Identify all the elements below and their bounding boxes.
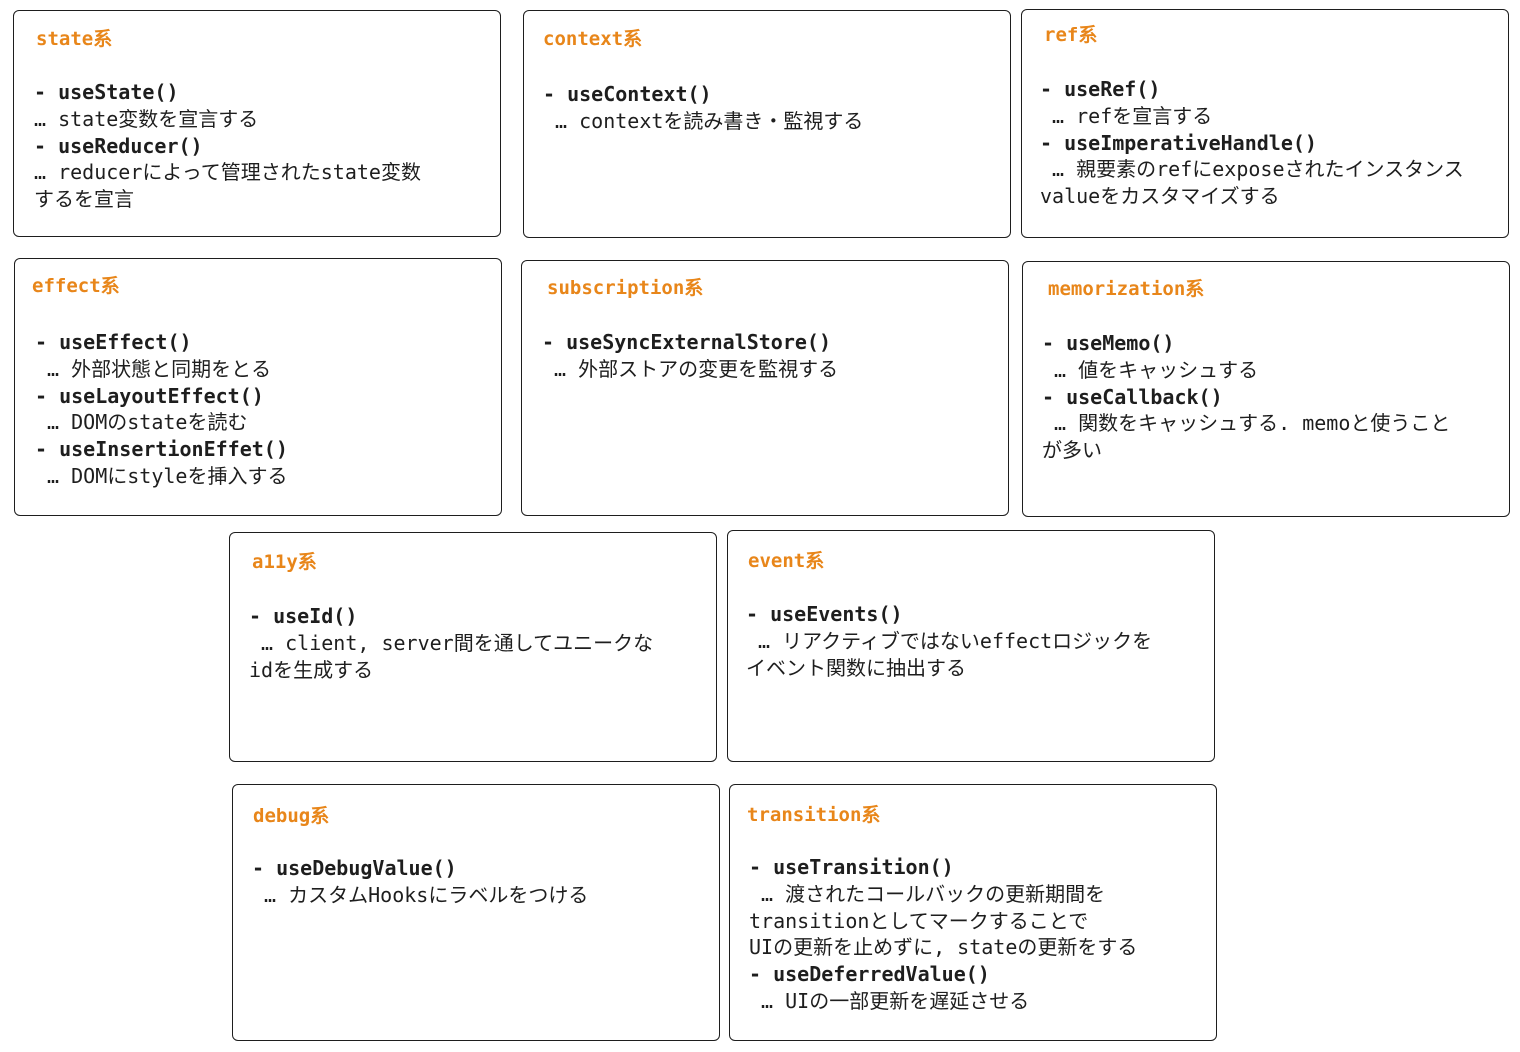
- hook-description: … UIの一部更新を遅延させる: [749, 988, 1030, 1013]
- hook-name: - useSyncExternalStore(): [542, 330, 831, 354]
- hook-description: … リアクティブではないeffectロジックを: [746, 628, 1153, 653]
- card-state: state系 - useState()… state変数を宣言する - useRe…: [13, 10, 501, 237]
- card-title: memorization系: [1048, 278, 1205, 300]
- hook-name: - useLayoutEffect(): [35, 383, 264, 408]
- hook-name: - useEvents(): [746, 602, 903, 626]
- card-title: effect系: [32, 275, 120, 297]
- hook-description: … 関数をキャッシュする. memoと使うこと: [1042, 411, 1451, 436]
- hook-name: - useState(): [34, 80, 179, 104]
- hook-description: … refを宣言する: [1040, 103, 1213, 128]
- hook-description: transitionとしてマークすることで: [749, 908, 1089, 933]
- hook-description: が多い: [1042, 438, 1102, 463]
- hook-description: … contextを読み書き・監視する: [543, 108, 864, 133]
- hook-description: … DOMにstyleを挿入する: [35, 463, 288, 488]
- hook-name: - useId(): [249, 604, 358, 628]
- card-subscription: subscription系 - useSyncExternalStore() ……: [521, 260, 1009, 516]
- card-transition: transition系 - useTransition() … 渡されたコールバ…: [729, 784, 1217, 1041]
- card-title: a11y系: [252, 551, 317, 573]
- hook-description: するを宣言: [34, 187, 134, 212]
- card-body: - useState()… state変数を宣言する - useReducer()…: [34, 79, 494, 213]
- card-context: context系 - useContext() … contextを読み書き・監…: [523, 10, 1011, 238]
- card-title: state系: [36, 28, 113, 50]
- hook-description: … state変数を宣言する: [34, 106, 259, 131]
- card-body: - useMemo() … 値をキャッシュする - useCallback() ……: [1042, 330, 1508, 464]
- card-body: - useTransition() … 渡されたコールバックの更新期間を tran…: [749, 854, 1213, 1015]
- card-body: - useDebugValue() … カスタムHooksにラベルをつける: [252, 855, 712, 909]
- hook-name: - useTransition(): [749, 855, 954, 879]
- card-event: event系 - useEvents() … リアクティブではないeffectロ…: [727, 530, 1215, 762]
- hook-description: … カスタムHooksにラベルをつける: [252, 882, 589, 907]
- hook-description: UIの更新を止めずに, stateの更新をする: [749, 935, 1138, 960]
- card-ref: ref系 - useRef() … refを宣言する - useImperativ…: [1021, 9, 1509, 238]
- hook-name: - useContext(): [543, 82, 712, 106]
- hook-description: … 値をキャッシュする: [1042, 357, 1259, 382]
- hook-description: … client, server間を通してユニークな: [249, 630, 654, 655]
- card-body: - useId() … client, server間を通してユニークな idを生…: [249, 603, 709, 683]
- hook-name: - useRef(): [1040, 77, 1161, 101]
- hook-description: … 外部状態と同期をとる: [35, 356, 272, 381]
- card-memorization: memorization系 - useMemo() … 値をキャッシュする - u…: [1022, 261, 1510, 517]
- hook-name: - useImperativeHandle(): [1040, 130, 1317, 155]
- card-body: - useEffect() … 外部状態と同期をとる - useLayoutEff…: [35, 329, 495, 490]
- card-debug: debug系 - useDebugValue() … カスタムHooksにラベル…: [232, 784, 720, 1041]
- card-body: - useEvents() … リアクティブではないeffectロジックを イベン…: [746, 601, 1210, 681]
- card-title: event系: [748, 550, 825, 572]
- hook-description: valueをカスタマイズする: [1040, 184, 1280, 209]
- card-title: subscription系: [547, 277, 704, 299]
- hook-name: - useReducer(): [34, 133, 203, 158]
- card-a11y: a11y系 - useId() … client, server間を通してユニー…: [229, 532, 717, 762]
- card-body: - useRef() … refを宣言する - useImperativeHand…: [1040, 76, 1508, 210]
- hook-description: … 渡されたコールバックの更新期間を: [749, 881, 1106, 906]
- hook-description: … 外部ストアの変更を監視する: [542, 356, 839, 381]
- hook-name: - useMemo(): [1042, 331, 1175, 355]
- hook-description: … DOMのstateを読む: [35, 410, 248, 435]
- card-title: transition系: [747, 804, 881, 826]
- card-effect: effect系 - useEffect() … 外部状態と同期をとる - useL…: [14, 258, 502, 516]
- hook-description: … reducerによって管理されたstate変数: [34, 160, 421, 185]
- hook-description: イベント関数に抽出する: [746, 655, 966, 680]
- card-title: context系: [543, 28, 643, 50]
- hook-name: - useInsertionEffet(): [35, 437, 288, 462]
- card-title: ref系: [1044, 24, 1098, 46]
- card-body: - useSyncExternalStore() … 外部ストアの変更を監視する: [542, 329, 1002, 383]
- hook-name: - useCallback(): [1042, 384, 1223, 409]
- hook-name: - useDebugValue(): [252, 856, 457, 880]
- hook-name: - useDeferredValue(): [749, 962, 990, 987]
- card-title: debug系: [253, 805, 330, 827]
- hook-description: idを生成する: [249, 657, 374, 682]
- card-body: - useContext() … contextを読み書き・監視する: [543, 81, 1003, 135]
- hook-name: - useEffect(): [35, 330, 192, 354]
- hook-description: … 親要素のrefにexposeされたインスタンス: [1040, 157, 1464, 182]
